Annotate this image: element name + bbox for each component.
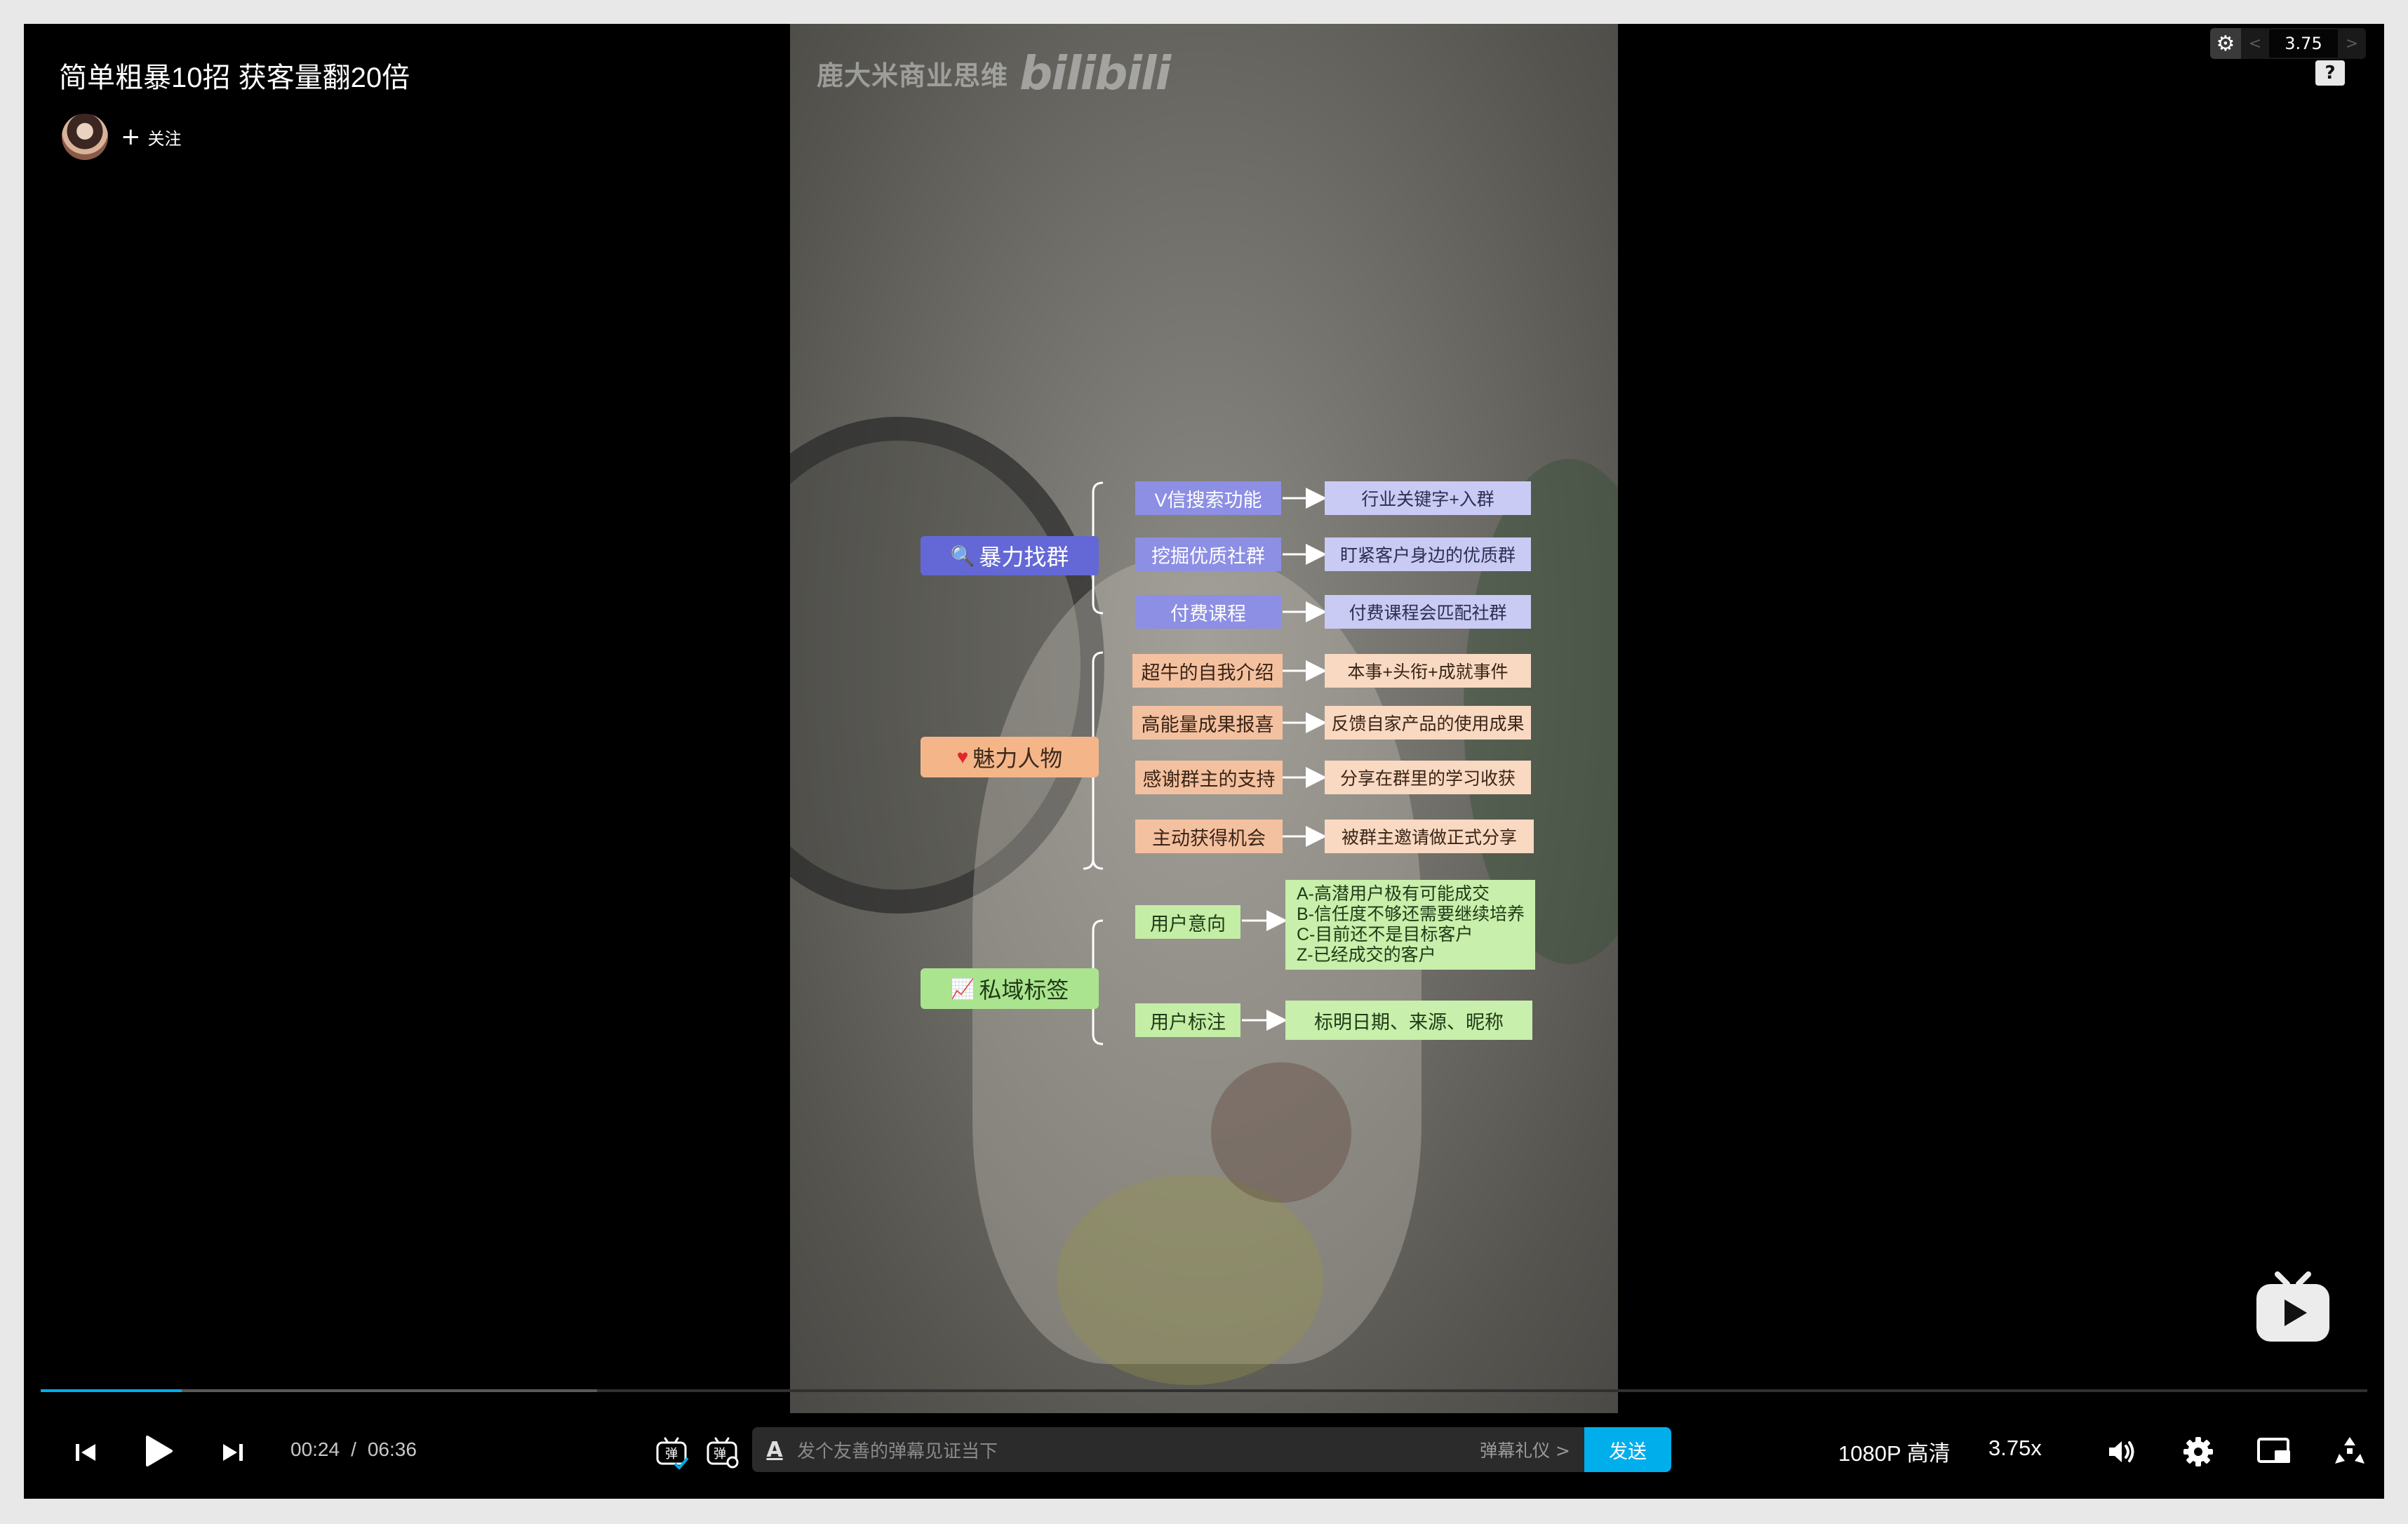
chart-emoji-icon: 📈 bbox=[950, 977, 975, 1000]
next-icon[interactable] bbox=[213, 1433, 253, 1472]
mindmap-leaf-1-0: 本事+头衔+成就事件 bbox=[1325, 654, 1531, 688]
mindmap-leaf-0-2: 付费课程会匹配社群 bbox=[1325, 595, 1531, 629]
leaf-line-a: A-高潜用户极有可能成交 bbox=[1297, 884, 1490, 904]
mindmap-leaf-2-1: 标明日期、来源、昵称 bbox=[1285, 1001, 1532, 1040]
progress-played bbox=[41, 1389, 182, 1392]
danmaku-toggle-icon[interactable]: 弹 bbox=[651, 1431, 692, 1472]
leaf-line-z: Z-已经成交的客户 bbox=[1297, 945, 1436, 965]
mindmap-branch-0-2: 付费课程 bbox=[1135, 595, 1281, 629]
video-frame[interactable]: 鹿大米商业思维 bilibili 🔍 暴力找群 V信搜索功能 行业关键字+入群 … bbox=[790, 24, 1618, 1413]
player-controls: 00:24 / 06:36 弹 弹 A 发个友善的弹幕见证当下 弹幕礼仪 > 发送 bbox=[24, 1420, 2384, 1483]
mindmap-branch-1-0: 超牛的自我介绍 bbox=[1132, 654, 1283, 688]
danmaku-etiquette-link[interactable]: 弹幕礼仪 > bbox=[1480, 1437, 1570, 1462]
mindmap-leaf-0-1: 盯紧客户身边的优质群 bbox=[1325, 537, 1531, 571]
danmaku-settings-icon[interactable]: 弹 bbox=[702, 1431, 742, 1472]
mindmap-branch-1-3: 主动获得机会 bbox=[1135, 820, 1283, 853]
gear-icon[interactable]: ⚙ bbox=[2210, 28, 2241, 59]
bilibili-tv-icon[interactable] bbox=[2254, 1270, 2332, 1349]
time-separator: / bbox=[351, 1438, 356, 1460]
brace-group-2-end bbox=[1092, 858, 1104, 870]
progress-bar[interactable] bbox=[41, 1389, 2367, 1392]
playback-speed-widget: ⚙ < 3.75 > bbox=[2210, 28, 2366, 59]
follow-button[interactable]: + 关注 bbox=[121, 125, 182, 149]
mindmap-leaf-1-2: 分享在群里的学习收获 bbox=[1325, 761, 1531, 794]
follow-label: 关注 bbox=[147, 128, 182, 149]
play-icon[interactable] bbox=[136, 1429, 181, 1473]
total-duration: 06:36 bbox=[367, 1438, 417, 1460]
danmaku-format-icon[interactable]: A bbox=[752, 1438, 797, 1462]
magnifier-emoji-icon: 🔍 bbox=[950, 544, 975, 567]
settings-gear-icon[interactable] bbox=[2178, 1431, 2219, 1472]
plus-icon: + bbox=[121, 123, 141, 151]
mindmap-leaf-1-1: 反馈自家产品的使用成果 bbox=[1325, 706, 1531, 740]
heart-emoji-icon: ♥ bbox=[956, 746, 969, 768]
help-button[interactable]: ? bbox=[2315, 60, 2345, 86]
mindmap-branch-1-2: 感谢群主的支持 bbox=[1135, 761, 1283, 794]
speed-increase-button[interactable]: > bbox=[2338, 35, 2366, 53]
danmaku-toggle-glyph: 弹 bbox=[665, 1447, 678, 1462]
danmaku-settings-glyph: 弹 bbox=[714, 1447, 726, 1462]
mindmap-leaf-1-3: 被群主邀请做正式分享 bbox=[1325, 820, 1534, 853]
mindmap-root-2: 📈 私域标签 bbox=[921, 968, 1099, 1009]
mindmap-branch-0-1: 挖掘优质社群 bbox=[1135, 537, 1281, 571]
danmaku-send-button[interactable]: 发送 bbox=[1584, 1427, 1671, 1472]
video-player-window: 鹿大米商业思维 bilibili 🔍 暴力找群 V信搜索功能 行业关键字+入群 … bbox=[24, 24, 2384, 1499]
current-time: 00:24 bbox=[290, 1438, 340, 1460]
mindmap-root-1: ♥ 魅力人物 bbox=[921, 737, 1099, 777]
mindmap-branch-0-0: V信搜索功能 bbox=[1135, 481, 1281, 515]
danmaku-input[interactable]: 发个友善的弹幕见证当下 bbox=[797, 1437, 1480, 1463]
speed-value-display[interactable]: 3.75 bbox=[2269, 29, 2338, 58]
mindmap-root-0: 🔍 暴力找群 bbox=[921, 536, 1099, 575]
fullscreen-icon[interactable] bbox=[2329, 1431, 2370, 1472]
speed-decrease-button[interactable]: < bbox=[2241, 35, 2269, 53]
speed-selector[interactable]: 3.75x bbox=[1988, 1436, 2042, 1461]
leaf-line-c: C-目前还不是目标客户 bbox=[1297, 925, 1473, 944]
danmaku-input-bar: A 发个友善的弹幕见证当下 弹幕礼仪 > 发送 bbox=[752, 1427, 1671, 1472]
picture-in-picture-icon[interactable] bbox=[2254, 1431, 2294, 1472]
mindmap-leaf-0-0: 行业关键字+入群 bbox=[1325, 481, 1531, 515]
video-title: 简单粗暴10招 获客量翻20倍 bbox=[59, 62, 410, 93]
mindmap-leaf-2-0: A-高潜用户极有可能成交 B-信任度不够还需要继续培养 C-目前还不是目标客户 … bbox=[1285, 880, 1535, 970]
volume-icon[interactable] bbox=[2101, 1431, 2141, 1472]
mindmap-branch-2-1: 用户标注 bbox=[1135, 1003, 1240, 1037]
mindmap-branch-2-0: 用户意向 bbox=[1135, 905, 1240, 939]
leaf-line-b: B-信任度不够还需要继续培养 bbox=[1297, 904, 1525, 924]
previous-icon[interactable] bbox=[66, 1433, 105, 1472]
uploader-info: + 关注 bbox=[62, 114, 182, 160]
time-display: 00:24 / 06:36 bbox=[290, 1438, 417, 1461]
mindmap-branch-1-1: 高能量成果报喜 bbox=[1132, 706, 1283, 740]
quality-selector[interactable]: 1080P 高清 bbox=[1838, 1436, 1951, 1467]
mindmap-overlay: 🔍 暴力找群 V信搜索功能 行业关键字+入群 挖掘优质社群 盯紧客户身边的优质群 … bbox=[790, 24, 1618, 1413]
uploader-avatar[interactable] bbox=[62, 114, 108, 160]
